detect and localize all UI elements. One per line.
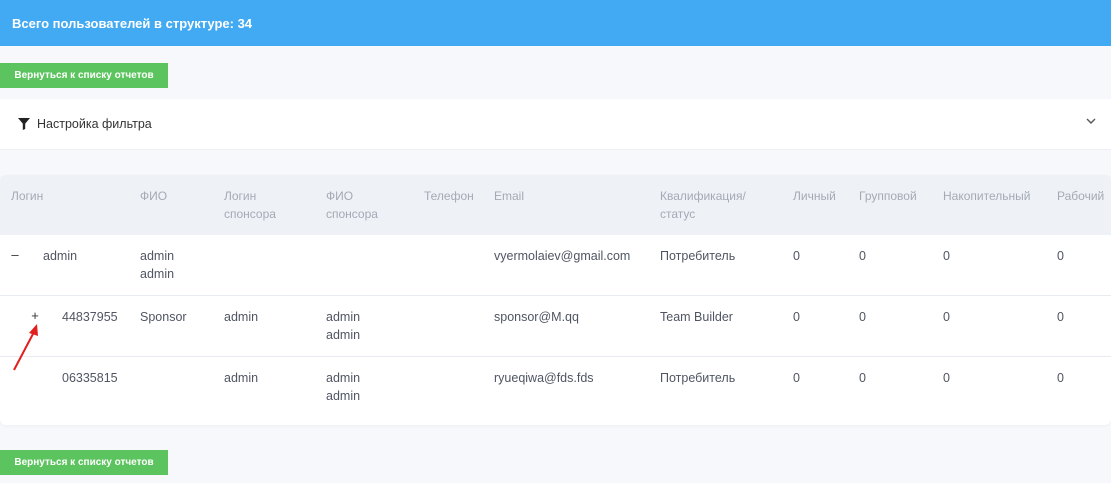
filter-settings-title: Настройка фильтра: [37, 117, 152, 131]
back-to-reports-button-top[interactable]: Вернуться к списку отчетов: [0, 63, 168, 88]
table-row: + 44837955 Sponsor admin admin admin spon…: [0, 296, 1111, 357]
cell-cumulative: 0: [943, 371, 950, 385]
cell-status: Team Builder: [660, 310, 733, 324]
structure-header-bar: Всего пользователей в структуре: 34: [0, 0, 1111, 46]
column-header-email: Email: [494, 189, 525, 203]
column-header-group: Групповой: [859, 189, 917, 203]
table-header: Логин ФИО Логин спонсора ФИО спонсора Теле…: [0, 175, 1111, 235]
cell-personal: 0: [793, 310, 800, 324]
cell-login: 44837955: [62, 310, 118, 324]
cell-email: vyermolaiev@gmail.com: [494, 249, 631, 263]
cell-email: ryueqiwa@fds.fds: [494, 371, 594, 385]
cell-personal: 0: [793, 249, 800, 263]
cell-group: 0: [859, 310, 866, 324]
cell-personal: 0: [793, 371, 800, 385]
filter-funnel-icon: [18, 118, 30, 130]
cell-sponsor-login: admin: [224, 310, 259, 324]
cell-cumulative: 0: [943, 310, 950, 324]
cell-working: 0: [1057, 310, 1064, 324]
cell-working: 0: [1057, 249, 1064, 263]
back-to-reports-button-bottom[interactable]: Вернуться к списку отчетов: [0, 450, 168, 475]
cell-status: Потребитель: [660, 371, 736, 385]
chevron-down-icon[interactable]: [1085, 115, 1097, 127]
cell-sponsor-fio: admin admin: [326, 371, 361, 403]
total-users-title: Всего пользователей в структуре: 34: [12, 15, 253, 31]
column-header-personal: Личный: [793, 189, 836, 203]
cell-fio: admin admin: [140, 249, 175, 281]
column-header-cumulative: Накопительный: [943, 189, 1031, 203]
table-row: 06335815 admin admin admin ryueqiwa@fds.f…: [0, 357, 1111, 418]
collapse-toggle[interactable]: –: [8, 247, 22, 262]
column-header-fio: ФИО: [140, 189, 168, 203]
table-row: – admin admin admin vyermolaiev@gmail.com…: [0, 235, 1111, 296]
cell-working: 0: [1057, 371, 1064, 385]
cell-login: 06335815: [62, 371, 118, 385]
cell-fio: Sponsor: [140, 310, 187, 324]
column-header-qualification: Квалификация/статус: [660, 189, 746, 221]
cell-sponsor-login: admin: [224, 371, 259, 385]
filter-settings-panel[interactable]: Настройка фильтра: [0, 99, 1111, 150]
structure-table: Логин ФИО Логин спонсора ФИО спонсора Теле…: [0, 175, 1111, 425]
cell-group: 0: [859, 249, 866, 263]
column-header-sponsor-login: Логин спонсора: [224, 189, 276, 221]
column-header-phone: Телефон: [424, 189, 474, 203]
cell-group: 0: [859, 371, 866, 385]
column-header-sponsor-fio: ФИО спонсора: [326, 189, 378, 221]
column-header-working: Рабочий: [1057, 189, 1105, 203]
cell-email: sponsor@M.qq: [494, 310, 579, 324]
column-header-login: Логин: [11, 189, 44, 203]
cell-status: Потребитель: [660, 249, 736, 263]
cell-login: admin: [43, 249, 78, 263]
cell-sponsor-fio: admin admin: [326, 310, 361, 342]
cell-cumulative: 0: [943, 249, 950, 263]
expand-toggle[interactable]: +: [28, 308, 42, 323]
